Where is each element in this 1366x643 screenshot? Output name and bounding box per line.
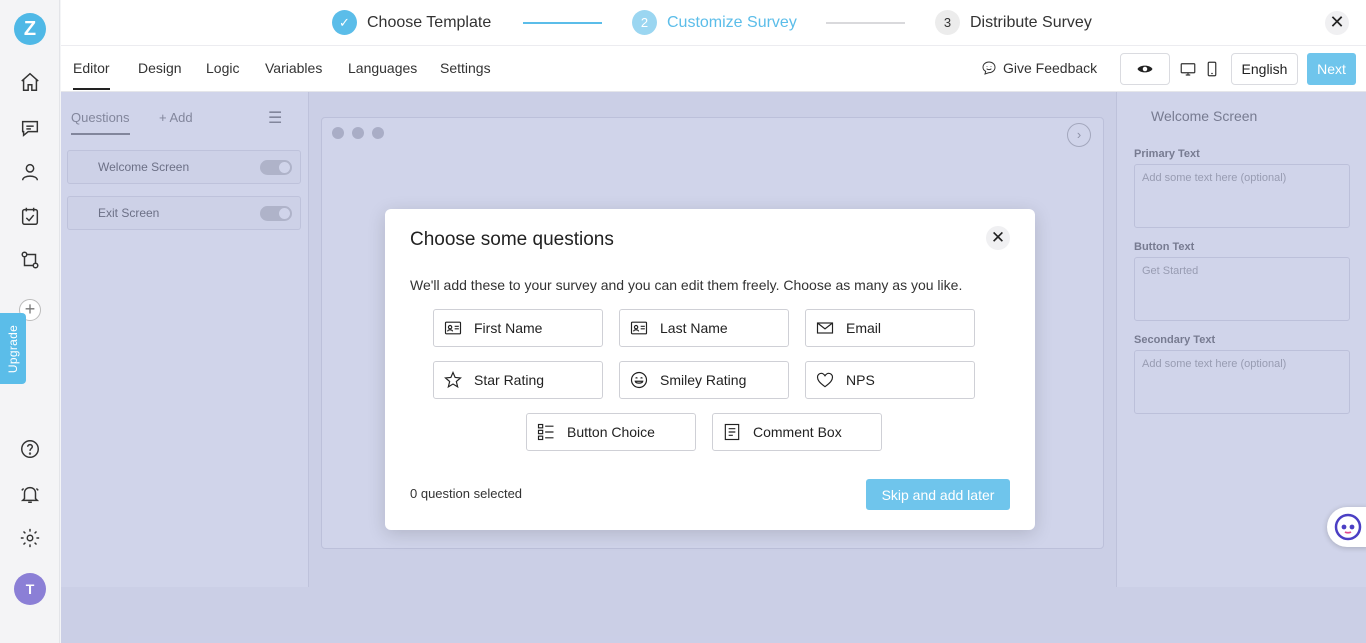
comment-box-icon: [721, 421, 743, 443]
option-first-name[interactable]: First Name: [433, 309, 603, 347]
envelope-icon: [814, 317, 836, 339]
smiley-icon: [628, 369, 650, 391]
step-customize-survey[interactable]: 2 Customize Survey: [632, 10, 797, 35]
calendar-check-icon[interactable]: [18, 204, 42, 228]
step-label: Distribute Survey: [970, 13, 1092, 31]
stepper: ✓ Choose Template 2 Customize Survey 3 D…: [61, 0, 1366, 46]
option-email[interactable]: Email: [805, 309, 975, 347]
home-icon[interactable]: [18, 70, 42, 94]
app-logo[interactable]: Z: [14, 13, 46, 45]
option-last-name[interactable]: Last Name: [619, 309, 789, 347]
list-icon: [535, 421, 557, 443]
step-choose-template[interactable]: ✓ Choose Template: [332, 10, 491, 35]
tab-editor[interactable]: Editor: [73, 60, 110, 90]
step-distribute-survey[interactable]: 3 Distribute Survey: [935, 10, 1092, 35]
help-icon[interactable]: [18, 437, 42, 461]
option-button-choice[interactable]: Button Choice: [526, 413, 696, 451]
modal-description: We'll add these to your survey and you c…: [410, 277, 963, 293]
step-number: 2: [632, 10, 657, 35]
step-number: 3: [935, 10, 960, 35]
feedback-icon: [982, 61, 996, 75]
bell-icon[interactable]: [18, 482, 42, 506]
step-connector: [523, 22, 602, 24]
editor-tabbar: Editor Design Logic Variables Languages …: [61, 46, 1366, 92]
id-card-icon: [628, 317, 650, 339]
chatbot-widget[interactable]: [1327, 507, 1366, 547]
tab-design[interactable]: Design: [138, 60, 182, 76]
desktop-icon[interactable]: [1179, 60, 1197, 78]
heart-icon: [814, 369, 836, 391]
option-star-rating[interactable]: Star Rating: [433, 361, 603, 399]
close-editor-button[interactable]: ✕: [1325, 11, 1349, 35]
tab-variables[interactable]: Variables: [265, 60, 322, 76]
option-smiley-rating[interactable]: Smiley Rating: [619, 361, 789, 399]
mobile-icon[interactable]: [1203, 60, 1221, 78]
option-nps[interactable]: NPS: [805, 361, 975, 399]
modal-title: Choose some questions: [410, 229, 614, 250]
chatbot-icon: [1334, 513, 1362, 541]
integrations-icon[interactable]: [18, 248, 42, 272]
upgrade-button[interactable]: Upgrade: [0, 313, 26, 384]
id-card-icon: [442, 317, 464, 339]
language-select[interactable]: English: [1231, 53, 1298, 85]
modal-close-button[interactable]: ✕: [986, 226, 1010, 250]
step-label: Customize Survey: [667, 13, 797, 31]
choose-questions-modal: Choose some questions ✕ We'll add these …: [385, 209, 1035, 530]
step-check-icon: ✓: [332, 10, 357, 35]
tab-settings[interactable]: Settings: [440, 60, 491, 76]
step-connector: [826, 22, 905, 24]
star-icon: [442, 369, 464, 391]
eye-icon: [1137, 65, 1153, 73]
avatar[interactable]: T: [14, 573, 46, 605]
next-button[interactable]: Next: [1307, 53, 1356, 85]
give-feedback-button[interactable]: Give Feedback: [981, 60, 1097, 76]
tab-languages[interactable]: Languages: [348, 60, 417, 76]
preview-button[interactable]: [1120, 53, 1170, 85]
step-label: Choose Template: [367, 13, 492, 31]
tab-logic[interactable]: Logic: [206, 60, 239, 76]
gear-icon[interactable]: [18, 526, 42, 550]
skip-button[interactable]: Skip and add later: [866, 479, 1010, 510]
user-icon[interactable]: [18, 160, 42, 184]
chat-survey-icon[interactable]: [18, 116, 42, 140]
selected-count: 0 question selected: [410, 486, 523, 501]
left-rail: Z + Upgrade T: [0, 0, 60, 643]
option-comment-box[interactable]: Comment Box: [712, 413, 882, 451]
